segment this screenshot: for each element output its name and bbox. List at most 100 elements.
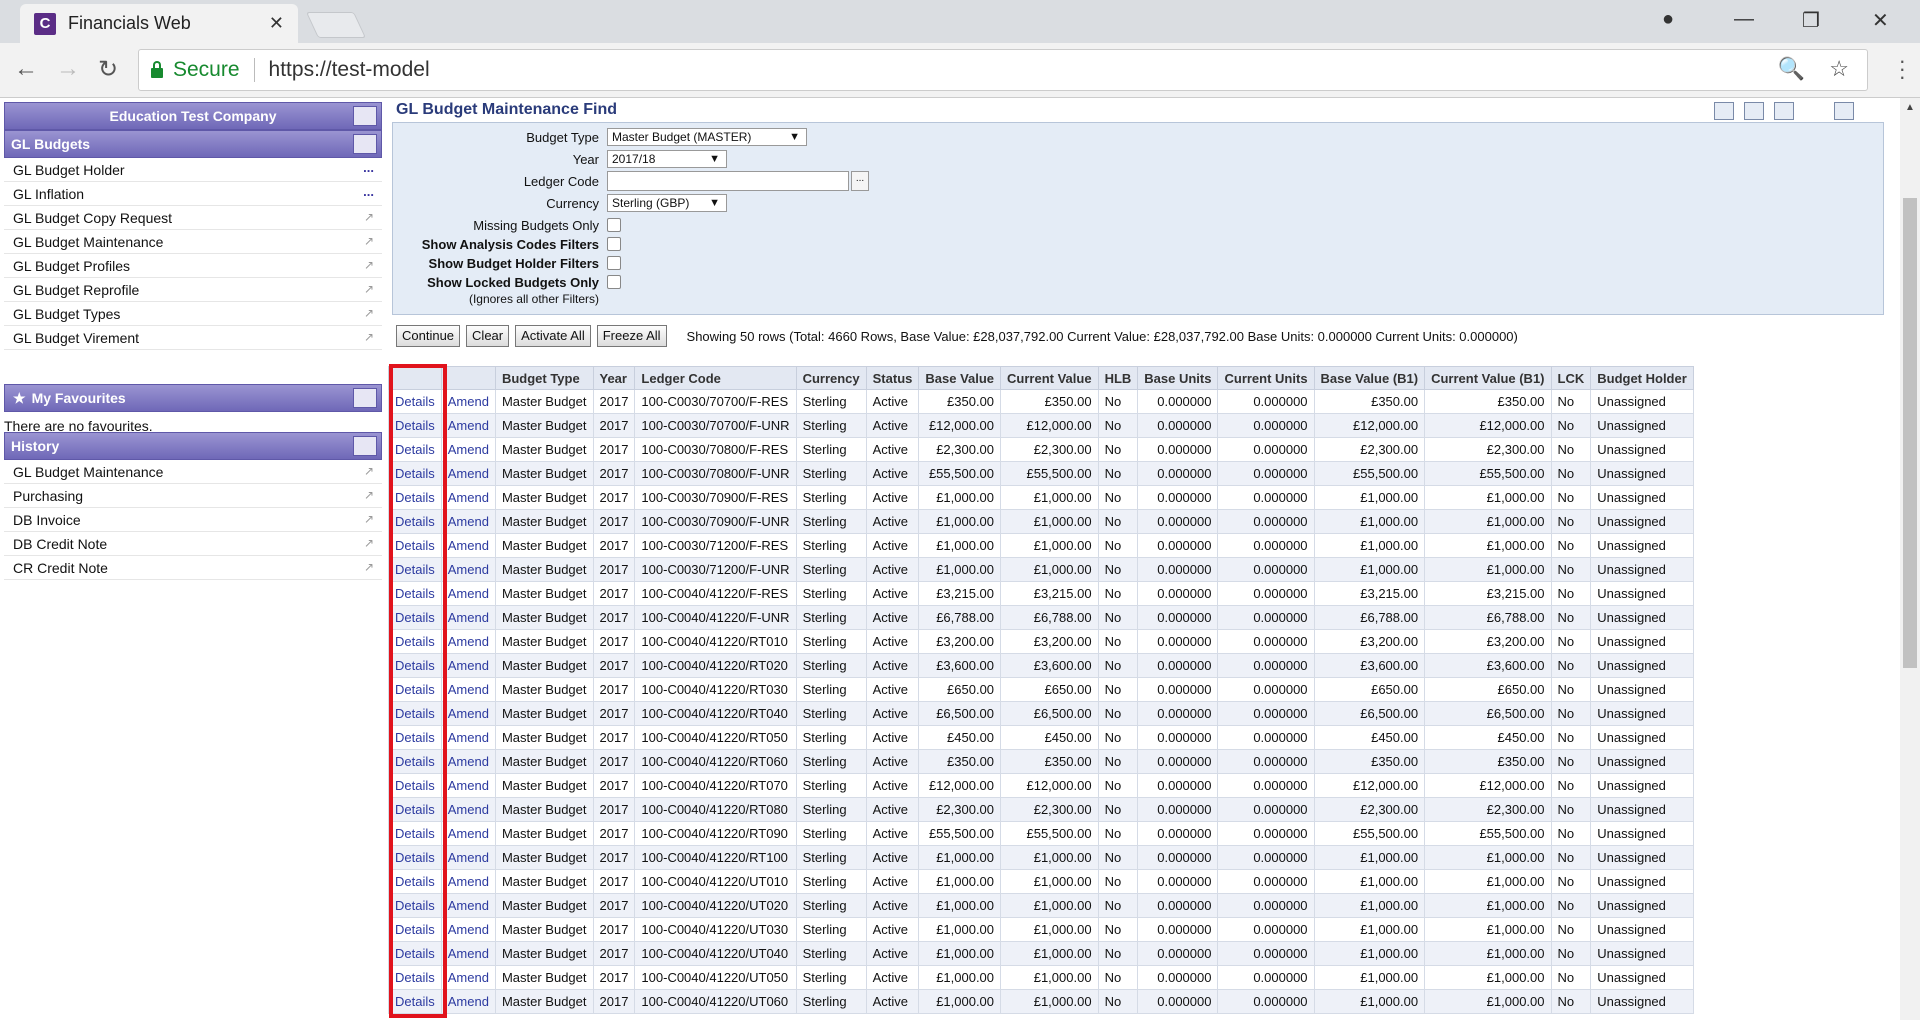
details-link[interactable]: Details bbox=[388, 893, 442, 918]
year-select[interactable]: 2017/18 ▼ bbox=[607, 150, 727, 168]
column-header[interactable]: Current Value bbox=[1000, 366, 1099, 390]
address-bar[interactable]: Secure https://test-model 🔍 ☆ bbox=[138, 49, 1868, 91]
details-link[interactable]: Details bbox=[388, 413, 442, 438]
company-menu-icon[interactable] bbox=[353, 106, 377, 126]
budget-holder-checkbox[interactable] bbox=[607, 256, 621, 270]
amend-link[interactable]: Amend bbox=[440, 437, 496, 462]
sidebar-item[interactable]: GL Budget Copy Request ↗ bbox=[4, 206, 382, 230]
column-header[interactable]: Ledger Code bbox=[634, 366, 797, 390]
history-item[interactable]: GL Budget Maintenance ↗ bbox=[4, 460, 382, 484]
locked-checkbox[interactable] bbox=[607, 275, 621, 289]
more-options-icon[interactable]: ... bbox=[363, 184, 374, 199]
details-link[interactable]: Details bbox=[388, 821, 442, 846]
amend-link[interactable]: Amend bbox=[440, 557, 496, 582]
details-link[interactable]: Details bbox=[388, 509, 442, 534]
column-header[interactable]: Base Units bbox=[1137, 366, 1219, 390]
sidebar-item[interactable]: GL Inflation... bbox=[4, 182, 382, 206]
history-item[interactable]: CR Credit Note ↗ bbox=[4, 556, 382, 580]
amend-link[interactable]: Amend bbox=[440, 869, 496, 894]
details-link[interactable]: Details bbox=[388, 917, 442, 942]
amend-link[interactable]: Amend bbox=[440, 749, 496, 774]
column-header[interactable]: Current Units bbox=[1217, 366, 1315, 390]
amend-link[interactable]: Amend bbox=[440, 413, 496, 438]
amend-link[interactable]: Amend bbox=[440, 797, 496, 822]
amend-link[interactable]: Amend bbox=[440, 485, 496, 510]
zoom-icon[interactable]: 🔍 bbox=[1778, 56, 1805, 81]
budget-type-select[interactable]: Master Budget (MASTER) ▼ bbox=[607, 128, 807, 146]
analysis-codes-checkbox[interactable] bbox=[607, 237, 621, 251]
details-link[interactable]: Details bbox=[388, 557, 442, 582]
more-options-icon[interactable]: ... bbox=[363, 160, 374, 175]
continue-button[interactable]: Continue bbox=[396, 325, 461, 347]
open-external-icon[interactable]: ↗ bbox=[364, 560, 374, 574]
amend-link[interactable]: Amend bbox=[440, 533, 496, 558]
amend-link[interactable]: Amend bbox=[440, 989, 496, 1014]
amend-link[interactable]: Amend bbox=[440, 461, 496, 486]
sidebar-item[interactable]: GL Budget Types ↗ bbox=[4, 302, 382, 326]
amend-link[interactable]: Amend bbox=[440, 773, 496, 798]
column-header[interactable]: Current Value (B1) bbox=[1424, 366, 1552, 390]
window-icon[interactable] bbox=[1834, 102, 1854, 120]
open-external-icon[interactable]: ↗ bbox=[364, 512, 374, 526]
history-item[interactable]: DB Invoice ↗ bbox=[4, 508, 382, 532]
amend-link[interactable]: Amend bbox=[440, 509, 496, 534]
amend-link[interactable]: Amend bbox=[440, 677, 496, 702]
details-link[interactable]: Details bbox=[388, 653, 442, 678]
sidebar-item[interactable]: GL Budget Virement ↗ bbox=[4, 326, 382, 350]
column-header[interactable]: LCK bbox=[1550, 366, 1592, 390]
column-header[interactable]: Base Value bbox=[918, 366, 1002, 390]
open-external-icon[interactable]: ↗ bbox=[364, 210, 374, 224]
details-link[interactable]: Details bbox=[388, 965, 442, 990]
column-header[interactable]: Currency bbox=[795, 366, 867, 390]
details-link[interactable]: Details bbox=[388, 869, 442, 894]
browser-menu-icon[interactable]: · · · bbox=[1899, 50, 1906, 88]
filter-icon[interactable] bbox=[1774, 102, 1794, 120]
open-external-icon[interactable]: ↗ bbox=[364, 330, 374, 344]
page-scrollbar[interactable]: ▲ bbox=[1900, 98, 1920, 1020]
bookmark-star-icon[interactable]: ☆ bbox=[1829, 56, 1849, 81]
scroll-up-icon[interactable]: ▲ bbox=[1905, 102, 1915, 113]
amend-link[interactable]: Amend bbox=[440, 581, 496, 606]
freeze-all-button[interactable]: Freeze All bbox=[596, 325, 667, 347]
amend-link[interactable]: Amend bbox=[440, 965, 496, 990]
details-link[interactable]: Details bbox=[388, 677, 442, 702]
column-header[interactable]: Budget Holder bbox=[1590, 366, 1694, 390]
open-external-icon[interactable]: ↗ bbox=[364, 306, 374, 320]
minimize-icon[interactable]: — bbox=[1734, 8, 1754, 31]
details-link[interactable]: Details bbox=[388, 389, 442, 414]
open-external-icon[interactable]: ↗ bbox=[364, 536, 374, 550]
amend-link[interactable]: Amend bbox=[440, 845, 496, 870]
sidebar-item[interactable]: GL Budget Profiles ↗ bbox=[4, 254, 382, 278]
favourites-menu-icon[interactable] bbox=[353, 388, 377, 408]
amend-link[interactable]: Amend bbox=[440, 389, 496, 414]
history-menu-icon[interactable] bbox=[353, 436, 377, 456]
details-link[interactable]: Details bbox=[388, 701, 442, 726]
open-external-icon[interactable]: ↗ bbox=[364, 464, 374, 478]
amend-link[interactable]: Amend bbox=[440, 605, 496, 630]
details-link[interactable]: Details bbox=[388, 773, 442, 798]
sidebar-item[interactable]: GL Budget Reprofile ↗ bbox=[4, 278, 382, 302]
column-header[interactable] bbox=[440, 366, 496, 390]
details-link[interactable]: Details bbox=[388, 533, 442, 558]
details-link[interactable]: Details bbox=[388, 941, 442, 966]
sidebar-item[interactable]: GL Budget Holder... bbox=[4, 158, 382, 182]
open-external-icon[interactable]: ↗ bbox=[364, 258, 374, 272]
amend-link[interactable]: Amend bbox=[440, 917, 496, 942]
column-header[interactable] bbox=[388, 366, 442, 390]
details-link[interactable]: Details bbox=[388, 749, 442, 774]
reload-icon[interactable]: ↻ bbox=[98, 55, 118, 84]
open-external-icon[interactable]: ↗ bbox=[364, 488, 374, 502]
print-icon[interactable] bbox=[1714, 102, 1734, 120]
window-close-icon[interactable]: ✕ bbox=[1872, 8, 1889, 33]
details-link[interactable]: Details bbox=[388, 581, 442, 606]
details-link[interactable]: Details bbox=[388, 845, 442, 870]
details-link[interactable]: Details bbox=[388, 485, 442, 510]
column-header[interactable]: HLB bbox=[1097, 366, 1139, 390]
ledger-code-input[interactable] bbox=[607, 171, 849, 191]
amend-link[interactable]: Amend bbox=[440, 629, 496, 654]
sidebar-item[interactable]: GL Budget Maintenance ↗ bbox=[4, 230, 382, 254]
column-header[interactable]: Status bbox=[865, 366, 920, 390]
profile-icon[interactable]: ● bbox=[1662, 8, 1674, 31]
column-header[interactable]: Base Value (B1) bbox=[1313, 366, 1426, 390]
amend-link[interactable]: Amend bbox=[440, 893, 496, 918]
